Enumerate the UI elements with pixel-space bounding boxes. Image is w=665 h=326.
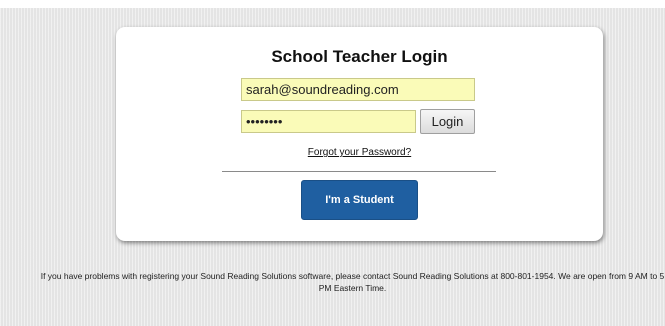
forgot-password-link[interactable]: Forgot your Password?: [116, 147, 603, 158]
login-title: School Teacher Login: [271, 47, 448, 66]
support-footer-text: If you have problems with registering yo…: [40, 271, 665, 293]
divider: [222, 171, 496, 172]
top-band: [0, 0, 665, 8]
student-button[interactable]: I'm a Student: [301, 180, 418, 220]
password-input[interactable]: [241, 110, 416, 133]
email-input[interactable]: [241, 78, 475, 101]
login-button[interactable]: Login: [420, 109, 475, 134]
login-card: School Teacher Login Login Forgot your P…: [116, 27, 603, 241]
